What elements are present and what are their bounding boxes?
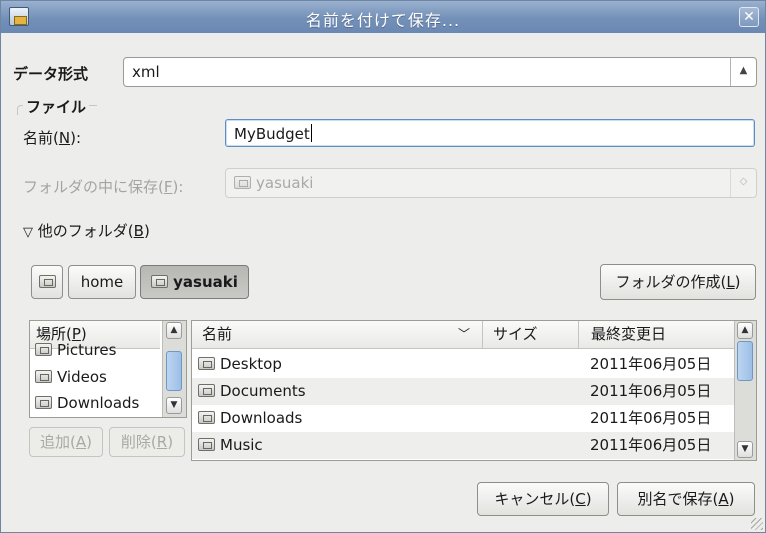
table-row[interactable]: Documents 2011年06月05日 <box>192 378 734 405</box>
folder-icon <box>35 343 52 356</box>
close-icon[interactable]: ✕ <box>739 7 759 27</box>
other-folders-expander[interactable]: ▽ 他のフォルダ(B) <box>23 220 150 241</box>
triangle-down-icon: ▽ <box>23 225 33 240</box>
add-place-button[interactable]: 追加(A) <box>29 427 103 457</box>
drive-icon <box>38 275 56 288</box>
row-name: Downloads <box>198 405 302 431</box>
row-modified: 2011年06月05日 <box>590 382 712 400</box>
updown-chevron-icon: ▲ <box>730 58 756 86</box>
title-bar[interactable]: 名前を付けて保存... ✕ <box>1 1 765 33</box>
file-section-label: ファイル <box>23 96 90 117</box>
path-home-button[interactable]: home <box>68 265 136 299</box>
table-row[interactable]: Music 2011年06月05日 <box>192 432 734 459</box>
cancel-button[interactable]: キャンセル(C) <box>477 482 609 516</box>
places-scroll-thumb[interactable] <box>166 351 182 391</box>
save-as-dialog: 名前を付けて保存... ✕ データ形式 xml ▲ ファイル 名前(N): My… <box>0 0 766 533</box>
home-folder-icon <box>151 275 169 288</box>
scroll-down-icon[interactable]: ▼ <box>166 397 182 414</box>
filename-value: MyBudget <box>234 124 312 143</box>
file-list-scrollbar[interactable]: ▲ ▼ <box>734 321 756 460</box>
save-in-folder-select[interactable]: yasuaki ◇ <box>225 168 757 198</box>
row-name: Desktop <box>198 351 282 377</box>
folder-icon <box>35 396 52 409</box>
resize-grip[interactable] <box>751 518 763 530</box>
path-root-button[interactable] <box>31 265 63 299</box>
folder-icon <box>198 438 215 451</box>
remove-place-button[interactable]: 削除(R) <box>109 427 185 457</box>
format-select[interactable]: xml ▲ <box>123 57 757 87</box>
places-item-downloads[interactable]: Downloads <box>30 390 160 417</box>
places-scrollbar[interactable]: ▲ ▼ <box>162 321 186 417</box>
format-label: データ形式 <box>13 65 89 83</box>
places-list: 場所(P) Pictures Videos Downloads ▲ ▼ <box>29 320 187 418</box>
home-folder-icon <box>234 176 251 189</box>
name-label: 名前(N): <box>23 129 81 147</box>
sort-chevron-icon: ﹀ <box>457 327 470 341</box>
scroll-up-icon[interactable]: ▲ <box>166 322 182 339</box>
scroll-down-icon[interactable]: ▼ <box>737 441 753 458</box>
folder-icon <box>198 411 215 424</box>
other-folders-label: 他のフォルダ(B) <box>37 222 150 240</box>
column-size-header[interactable]: サイズ <box>482 321 578 349</box>
row-name: Documents <box>198 378 306 404</box>
folder-icon <box>198 357 215 370</box>
folder-icon <box>198 384 215 397</box>
column-modified-header[interactable]: 最終変更日 <box>578 321 734 349</box>
scroll-up-icon[interactable]: ▲ <box>737 322 753 339</box>
path-yasuaki-button[interactable]: yasuaki <box>140 265 249 299</box>
updown-chevron-icon: ◇ <box>730 169 756 197</box>
row-modified: 2011年06月05日 <box>590 436 712 454</box>
create-folder-button[interactable]: フォルダの作成(L) <box>600 264 756 300</box>
folder-icon <box>35 370 52 383</box>
places-item-pictures[interactable]: Pictures <box>30 343 160 357</box>
filename-input[interactable]: MyBudget <box>225 119 755 147</box>
row-name: Music <box>198 432 263 458</box>
table-row[interactable]: Downloads 2011年06月05日 <box>192 405 734 432</box>
file-list-scroll-thumb[interactable] <box>737 341 753 381</box>
save-as-button[interactable]: 別名で保存(A) <box>617 482 755 516</box>
row-modified: 2011年06月05日 <box>590 355 712 373</box>
save-in-label: フォルダの中に保存(F): <box>23 178 184 196</box>
places-item-videos[interactable]: Videos <box>30 364 160 391</box>
row-modified: 2011年06月05日 <box>590 409 712 427</box>
table-row[interactable]: Desktop 2011年06月05日 <box>192 351 734 378</box>
save-in-value: yasuaki <box>234 174 313 192</box>
format-value: xml <box>132 63 160 81</box>
window-title: 名前を付けて保存... <box>305 11 461 30</box>
file-list: 名前 ﹀ サイズ 最終変更日 Desktop 2011年06月05日 Docum… <box>191 320 757 461</box>
column-name-header[interactable]: 名前 ﹀ <box>192 321 482 349</box>
